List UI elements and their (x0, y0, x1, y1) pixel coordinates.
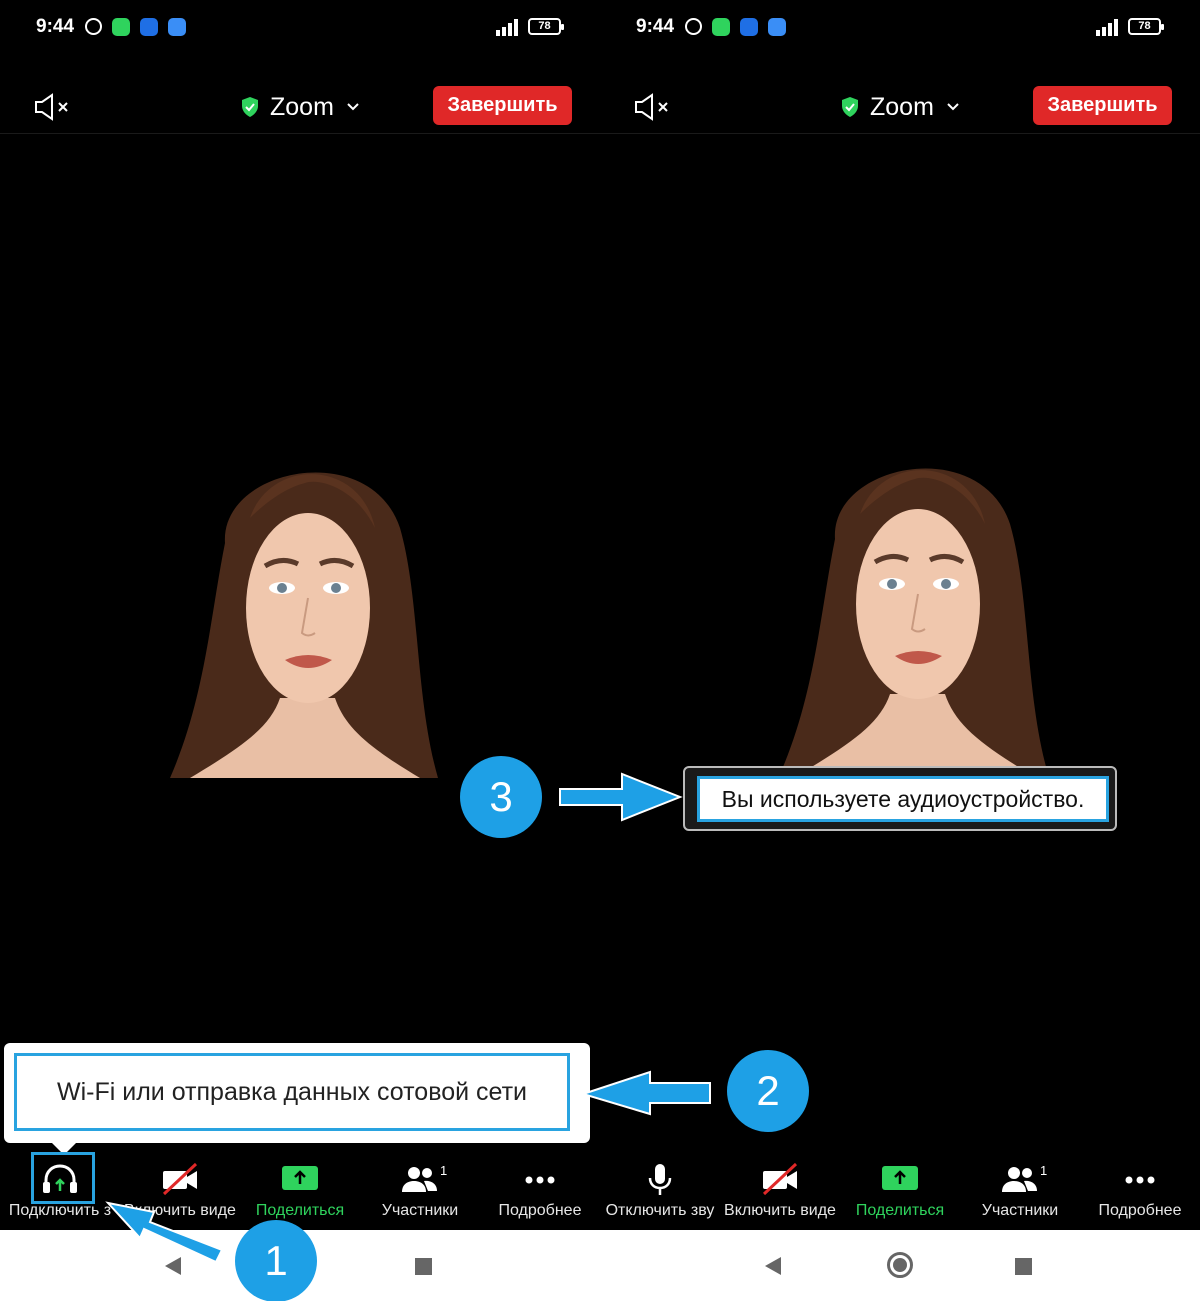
mute-button[interactable]: Отключить зву (600, 1155, 720, 1230)
step-3-marker: 3 (460, 756, 542, 838)
toolbar-label: Включить виде (724, 1202, 836, 1219)
start-video-button[interactable]: Включить виде (720, 1155, 840, 1230)
participant-video (170, 448, 440, 778)
whatsapp-icon (112, 18, 130, 36)
toolbar-label: Участники (981, 1202, 1059, 1219)
chevron-down-icon (347, 103, 359, 111)
alarm-icon (685, 18, 702, 35)
status-bar: 9:44 78 (600, 0, 1200, 56)
participants-count: 1 (1040, 1163, 1048, 1178)
toast-text: Вы используете аудиоустройство. (697, 776, 1109, 822)
messages-icon (768, 18, 786, 36)
share-icon (882, 1166, 918, 1190)
share-icon (282, 1166, 318, 1190)
right-screen: 9:44 78 Zoom Завершить Вы используете ау… (600, 0, 1200, 1301)
recent-apps-icon[interactable] (415, 1258, 432, 1275)
meeting-title-text: Zoom (870, 92, 934, 121)
step-2-marker: 2 (727, 1050, 809, 1132)
more-icon (525, 1176, 555, 1184)
toolbar-label: Подключить з (8, 1202, 112, 1219)
status-time: 9:44 (636, 16, 675, 37)
toolbar-label: Поделиться (855, 1202, 945, 1219)
microphone-icon (648, 1164, 672, 1195)
meeting-top-bar: Zoom Завершить (600, 76, 1200, 134)
meeting-toolbar: Отключить зву Включить виде Поделиться 1… (600, 1155, 1200, 1230)
home-icon[interactable] (887, 1252, 913, 1278)
participants-button[interactable]: 1 Участники (960, 1155, 1080, 1230)
toolbar-label: Подробнее (1098, 1202, 1182, 1219)
audio-connect-tooltip: Wi-Fi или отправка данных сотовой сети (4, 1043, 590, 1155)
meeting-title[interactable]: Zoom (240, 92, 360, 122)
end-meeting-button[interactable]: Завершить (433, 86, 572, 125)
shield-check-icon (842, 97, 858, 117)
participants-button[interactable]: 1 Участники (360, 1155, 480, 1230)
battery-indicator: 78 (1128, 18, 1164, 35)
participants-count: 1 (440, 1163, 448, 1178)
more-icon (1125, 1176, 1155, 1184)
participants-icon (402, 1167, 437, 1192)
battery-indicator: 78 (528, 18, 564, 35)
left-screen: 9:44 78 Zoom Завершить Wi-Fi или отправк… (0, 0, 600, 1301)
audio-device-toast: Вы используете аудиоустройство. (683, 766, 1117, 831)
video-off-icon (162, 1162, 198, 1196)
toolbar-label: Участники (381, 1202, 459, 1219)
step-1-marker: 1 (235, 1220, 317, 1301)
signal-icon (1086, 18, 1118, 36)
more-button[interactable]: Подробнее (1080, 1155, 1200, 1230)
speaker-muted-icon[interactable] (634, 93, 674, 121)
participants-icon (1002, 1167, 1037, 1192)
video-off-icon (762, 1162, 798, 1196)
share-button[interactable]: Поделиться (840, 1155, 960, 1230)
chevron-down-icon (947, 103, 959, 111)
recent-apps-icon[interactable] (1015, 1258, 1032, 1275)
phone-icon (740, 18, 758, 36)
toolbar-label: Отключить зву (605, 1202, 715, 1219)
tooltip-text: Wi-Fi или отправка данных сотовой сети (14, 1053, 570, 1131)
participant-video (780, 444, 1050, 774)
signal-icon (486, 18, 518, 36)
android-nav-bar (600, 1230, 1200, 1301)
status-time: 9:44 (36, 16, 75, 37)
messages-icon (168, 18, 186, 36)
alarm-icon (85, 18, 102, 35)
share-button[interactable]: Поделиться (240, 1155, 360, 1230)
meeting-top-bar: Zoom Завершить (0, 76, 600, 134)
back-icon[interactable] (165, 1257, 181, 1275)
shield-check-icon (242, 97, 258, 117)
highlight-box (31, 1152, 95, 1204)
toolbar-label: Подробнее (498, 1202, 582, 1219)
speaker-muted-icon[interactable] (34, 93, 74, 121)
phone-icon (140, 18, 158, 36)
more-button[interactable]: Подробнее (480, 1155, 600, 1230)
start-video-button[interactable]: Включить виде (120, 1155, 240, 1230)
back-icon[interactable] (765, 1257, 781, 1275)
meeting-title-text: Zoom (270, 92, 334, 121)
toolbar-label: Поделиться (255, 1202, 345, 1219)
end-meeting-button[interactable]: Завершить (1033, 86, 1172, 125)
whatsapp-icon (712, 18, 730, 36)
toolbar-label: Включить виде (124, 1202, 236, 1219)
status-bar: 9:44 78 (0, 0, 600, 56)
meeting-title[interactable]: Zoom (840, 92, 960, 122)
